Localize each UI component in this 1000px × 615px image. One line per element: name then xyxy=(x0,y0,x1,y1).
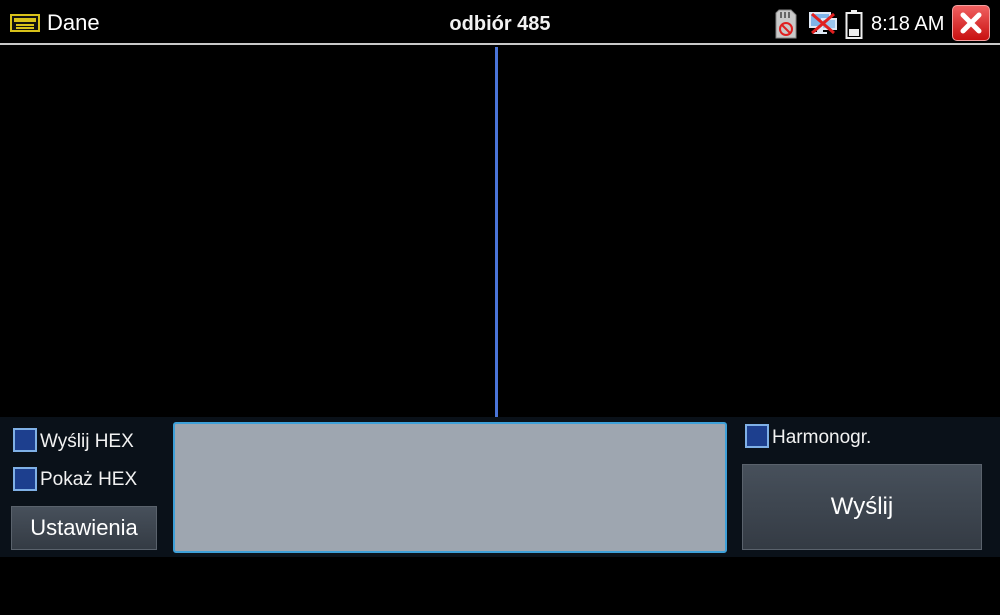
app-title: Dane xyxy=(47,10,100,35)
close-button[interactable] xyxy=(952,5,990,41)
show-hex-label: Pokaż HEX xyxy=(40,469,138,490)
data-area xyxy=(0,47,1000,417)
status-bar: Dane odbiór 485 8:18 AM xyxy=(0,0,1000,45)
settings-button[interactable]: Ustawienia xyxy=(11,506,157,550)
send-pane[interactable] xyxy=(499,47,1000,417)
receive-pane[interactable] xyxy=(0,47,494,417)
control-panel: Wyślij HEX Pokaż HEX Ustawienia Harmonog… xyxy=(0,417,1000,557)
screen: Dane odbiór 485 8:18 AM Wyślij HEX Pokaż… xyxy=(0,0,1000,615)
schedule-label: Harmonogr. xyxy=(772,427,872,448)
show-hex-checkbox[interactable] xyxy=(13,467,37,491)
pane-divider xyxy=(495,47,498,417)
send-hex-label: Wyślij HEX xyxy=(40,431,134,452)
bottom-strip xyxy=(0,557,1000,615)
clock: 8:18 AM xyxy=(871,13,945,35)
send-hex-checkbox[interactable] xyxy=(13,428,37,452)
battery-icon xyxy=(845,10,863,39)
close-icon xyxy=(960,12,982,34)
sd-card-disabled-icon xyxy=(775,9,797,39)
send-button[interactable]: Wyślij xyxy=(742,464,982,550)
schedule-checkbox[interactable] xyxy=(745,424,769,448)
data-terminal-icon xyxy=(10,14,40,32)
network-disconnected-icon xyxy=(809,12,837,35)
send-input[interactable] xyxy=(173,422,727,553)
